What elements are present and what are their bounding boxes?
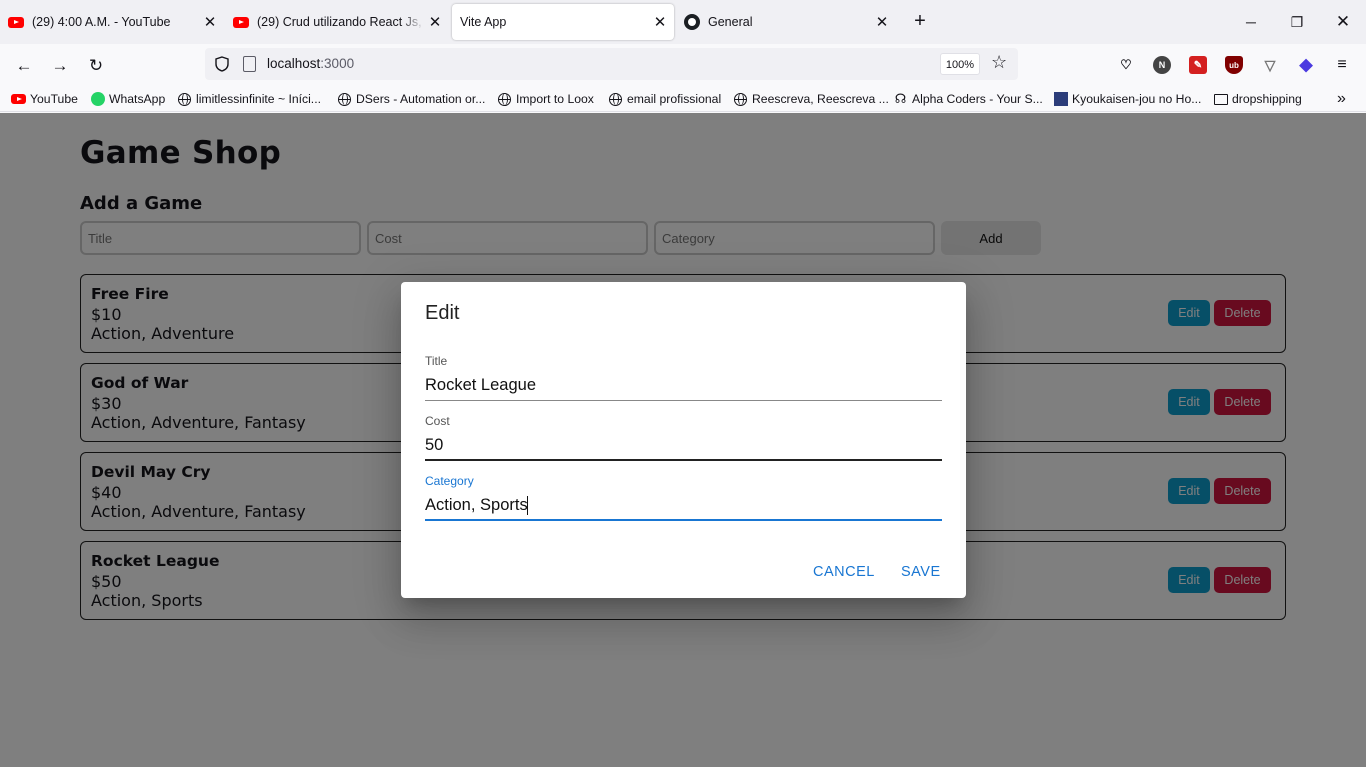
bookmark-label: DSers - Automation or... xyxy=(356,92,486,106)
globe-icon xyxy=(733,92,748,107)
forward-button[interactable]: → xyxy=(46,52,74,80)
page-icon xyxy=(243,56,256,72)
bookmark-import-to-loox[interactable]: Import to Loox xyxy=(497,91,594,107)
menu-icon[interactable]: ≡ xyxy=(1333,56,1351,74)
close-icon[interactable]: ✕ xyxy=(200,12,220,32)
bookmark-star-icon[interactable]: ☆ xyxy=(991,52,1007,73)
tab-bar: (29) 4:00 A.M. - YouTube ✕ (29) Crud uti… xyxy=(0,0,1366,44)
tab-title: (29) Crud utilizando React Js, Node xyxy=(257,15,425,29)
bookmark-label: Reescreva, Reescreva ... xyxy=(752,92,889,106)
tab-title: Vite App xyxy=(460,15,507,29)
bookmarks-bar: YouTube WhatsApp limitlessinfinite ~ Iní… xyxy=(0,86,1366,112)
close-icon[interactable]: ✕ xyxy=(872,12,892,32)
whatsapp-icon xyxy=(90,92,105,107)
reload-button[interactable]: ↻ xyxy=(82,52,110,80)
cost-field-underline xyxy=(425,459,942,461)
cost-field-label: Cost xyxy=(425,414,450,428)
tab-youtube-crud[interactable]: (29) Crud utilizando React Js, Node ✕ xyxy=(233,0,445,44)
text-caret xyxy=(527,496,528,515)
bookmark-label: WhatsApp xyxy=(109,92,166,106)
site-icon xyxy=(1053,92,1068,107)
save-button[interactable]: SAVE xyxy=(901,558,941,586)
bookmark-label: dropshipping xyxy=(1232,92,1302,106)
pocket-icon[interactable]: ♡ xyxy=(1117,56,1135,74)
bookmark-label: email profissional xyxy=(627,92,722,106)
globe-icon xyxy=(337,92,352,107)
tab-vite-app[interactable]: Vite App ✕ xyxy=(452,4,674,40)
bookmark-label: limitlessinfinite ~ Iníci... xyxy=(196,92,321,106)
folder-icon xyxy=(1213,92,1228,107)
youtube-icon xyxy=(11,92,26,107)
url-host: localhost xyxy=(267,56,321,71)
tab-youtube-4am[interactable]: (29) 4:00 A.M. - YouTube ✕ xyxy=(8,0,220,44)
bookmark-label: Import to Loox xyxy=(516,92,594,106)
bookmark-youtube[interactable]: YouTube xyxy=(11,91,78,107)
tab-title: General xyxy=(708,15,753,29)
extension-n-icon[interactable]: N xyxy=(1153,56,1171,74)
dialog-title-input[interactable] xyxy=(425,370,942,400)
dialog-category-input[interactable] xyxy=(425,490,942,520)
bookmark-email-profissional[interactable]: email profissional xyxy=(608,91,721,107)
edit-dialog: Edit Title Cost Category CANCEL SAVE xyxy=(401,282,966,598)
restore-button[interactable]: ❐ xyxy=(1274,0,1320,44)
bookmark-folder-dropshipping[interactable]: dropshipping xyxy=(1213,91,1302,107)
globe-icon xyxy=(177,92,192,107)
url-text[interactable]: localhost:3000 xyxy=(267,56,354,71)
title-field-label: Title xyxy=(425,354,448,368)
back-button[interactable]: ← xyxy=(10,52,38,80)
bookmark-alpha-coders[interactable]: ☊ Alpha Coders - Your S... xyxy=(893,91,1043,107)
url-port: :3000 xyxy=(320,56,355,71)
new-tab-button[interactable]: + xyxy=(908,10,932,34)
zoom-level[interactable]: 100% xyxy=(940,53,980,75)
tab-github-general[interactable]: General ✕ xyxy=(684,0,892,44)
github-icon xyxy=(684,14,700,30)
extension-v-icon[interactable]: ▽ xyxy=(1261,56,1279,74)
bookmark-kyoukaisen[interactable]: Kyoukaisen-jou no Ho... xyxy=(1053,91,1201,107)
ublock-icon[interactable]: ub xyxy=(1225,56,1243,74)
cancel-button[interactable]: CANCEL xyxy=(813,558,875,586)
bookmark-label: YouTube xyxy=(30,92,78,106)
extension-red-icon[interactable]: ✎ xyxy=(1189,56,1207,74)
bookmark-limitlessinfinite[interactable]: limitlessinfinite ~ Iníci... xyxy=(177,91,321,107)
more-bookmarks-chevron-icon[interactable]: » xyxy=(1337,90,1346,107)
bookmark-label: Alpha Coders - Your S... xyxy=(912,92,1043,106)
shield-icon[interactable] xyxy=(215,56,229,72)
category-field-label: Category xyxy=(425,474,474,488)
bookmark-dsers[interactable]: DSers - Automation or... xyxy=(337,91,485,107)
minimize-button[interactable]: ─ xyxy=(1228,0,1274,44)
address-bar[interactable]: localhost:3000 100% ☆ xyxy=(205,48,1018,80)
youtube-icon xyxy=(233,14,249,30)
dialog-title: Edit xyxy=(425,302,460,324)
globe-icon xyxy=(608,92,623,107)
alphacoders-icon: ☊ xyxy=(894,91,907,106)
page-viewport: Game Shop Add a Game Add Free Fire $10 A… xyxy=(0,113,1366,767)
bookmark-reescreva[interactable]: Reescreva, Reescreva ... xyxy=(733,91,889,107)
bookmark-whatsapp[interactable]: WhatsApp xyxy=(90,91,165,107)
extension-diamond-icon[interactable]: ◆ xyxy=(1297,55,1315,74)
close-icon[interactable]: ✕ xyxy=(650,12,670,32)
globe-icon xyxy=(497,92,512,107)
youtube-icon xyxy=(8,14,24,30)
dialog-cost-input[interactable] xyxy=(425,430,942,460)
title-field-underline xyxy=(425,400,942,401)
category-field-underline xyxy=(425,519,942,521)
tab-title: (29) 4:00 A.M. - YouTube xyxy=(32,15,171,29)
window-close-button[interactable]: ✕ xyxy=(1320,0,1366,44)
bookmark-label: Kyoukaisen-jou no Ho... xyxy=(1072,92,1202,106)
close-icon[interactable]: ✕ xyxy=(425,12,445,32)
